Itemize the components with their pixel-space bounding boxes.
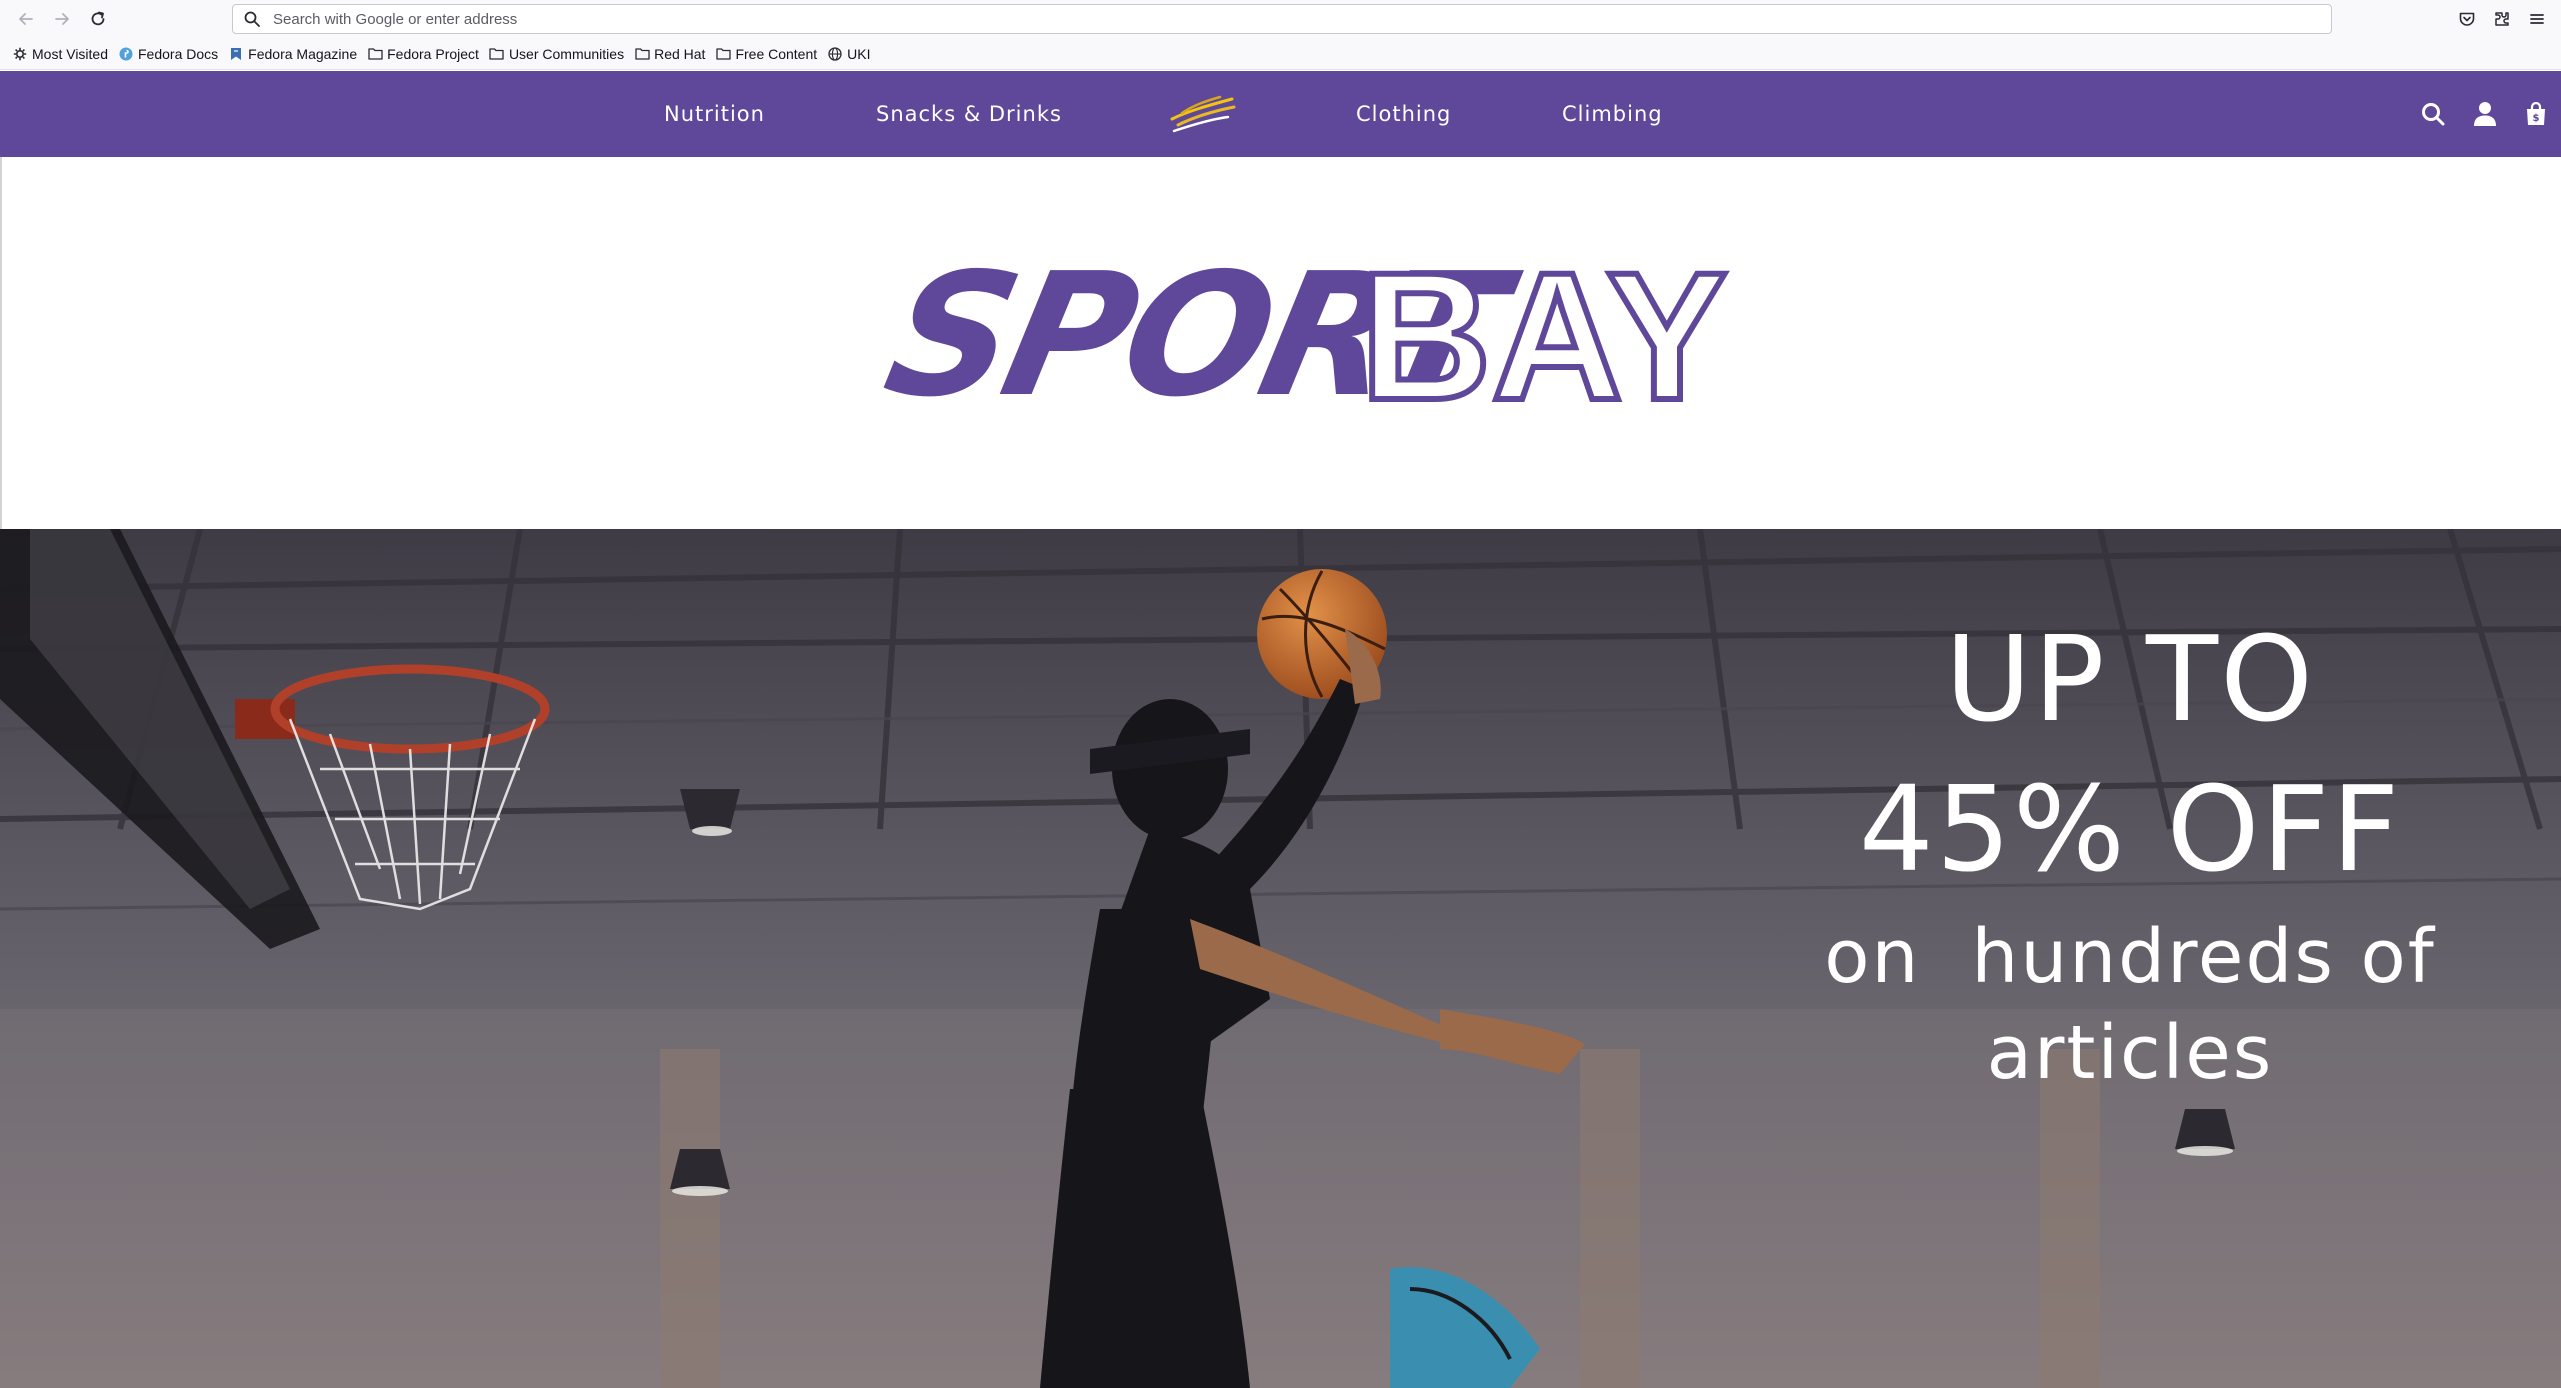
folder-icon [634, 46, 650, 62]
bookmark-label: Fedora Docs [138, 45, 219, 62]
bookmark-label: Red Hat [654, 45, 706, 62]
reload-button[interactable] [80, 1, 116, 37]
svg-text:$: $ [2533, 113, 2540, 124]
site-header: Nutrition Snacks & Drinks Clothing Climb… [0, 71, 2561, 157]
folder-icon [489, 46, 505, 62]
globe-icon [827, 46, 843, 62]
bookmarks-bar: Most Visited Fedora Docs Fedora Magazine… [0, 38, 2561, 70]
url-input[interactable] [271, 9, 2071, 29]
brand-logo-bay: BAY [1357, 234, 1731, 438]
extensions-icon [2495, 12, 2509, 26]
nav-link-nutrition[interactable]: Nutrition [664, 71, 765, 157]
bookmark-flag-icon [228, 46, 244, 62]
back-button[interactable] [8, 1, 44, 37]
bookmark-label: Fedora Project [387, 45, 479, 62]
bookmark-fedora-docs[interactable]: Fedora Docs [118, 46, 218, 62]
hero-subline: on hundreds of articles [1810, 909, 2450, 1101]
hero-headline-up-to: UP TO [1945, 610, 2315, 748]
hero-promo-text: UP TO 45% OFF on hundreds of articles [1810, 609, 2450, 1101]
hero-subline-part2: articles [1986, 1010, 2274, 1096]
nav-link-snacks-drinks[interactable]: Snacks & Drinks [876, 71, 1062, 157]
brand-logo[interactable]: SPORT BAY [871, 237, 1731, 435]
user-icon [2474, 102, 2496, 126]
bookmark-label: Free Content [735, 45, 818, 62]
pocket-button[interactable] [2453, 5, 2481, 33]
arrow-right-icon [55, 13, 69, 25]
bookmark-fedora-project[interactable]: Fedora Project [367, 46, 479, 62]
search-icon [244, 11, 260, 27]
nav-link-clothing[interactable]: Clothing [1356, 71, 1451, 157]
brand-emblem-icon[interactable] [1168, 89, 1238, 139]
bookmark-free-content[interactable]: Free Content [715, 46, 817, 62]
pocket-icon [2459, 12, 2475, 26]
browser-toolbar [0, 0, 2561, 38]
hero-subline-part1: on hundreds of [1824, 914, 2436, 1000]
app-menu-button[interactable] [2523, 5, 2551, 33]
bookmark-fedora-magazine[interactable]: Fedora Magazine [228, 46, 357, 62]
url-bar[interactable] [232, 4, 2332, 34]
bookmark-uki[interactable]: UKI [827, 45, 871, 62]
bookmark-red-hat[interactable]: Red Hat [634, 46, 705, 62]
reload-icon [91, 11, 105, 26]
arrow-left-icon [19, 13, 33, 25]
fedora-icon [118, 46, 134, 62]
bookmark-label: User Communities [508, 45, 625, 62]
folder-icon [367, 46, 383, 62]
gear-icon [12, 46, 28, 62]
bookmark-user-communities[interactable]: User Communities [489, 46, 624, 62]
extensions-button[interactable] [2488, 5, 2516, 33]
bookmark-most-visited[interactable]: Most Visited [12, 46, 108, 62]
header-cart-button[interactable]: $ [2519, 97, 2553, 131]
hamburger-menu-icon [2530, 14, 2544, 24]
bookmark-label: Most Visited [32, 45, 108, 62]
shopping-bag-icon: $ [2527, 102, 2545, 125]
forward-button[interactable] [44, 1, 80, 37]
folder-icon [715, 46, 731, 62]
logo-section: SPORT BAY [0, 157, 2561, 529]
bookmark-label: Fedora Magazine [248, 45, 358, 62]
header-search-button[interactable] [2416, 97, 2450, 131]
header-account-button[interactable] [2468, 97, 2502, 131]
search-icon [2422, 103, 2445, 126]
nav-link-climbing[interactable]: Climbing [1562, 71, 1663, 157]
hero-headline-discount: 45% OFF [1858, 760, 2402, 898]
bookmark-label: UKI [847, 45, 871, 62]
hero-banner[interactable]: UP TO 45% OFF on hundreds of articles [0, 529, 2561, 1388]
